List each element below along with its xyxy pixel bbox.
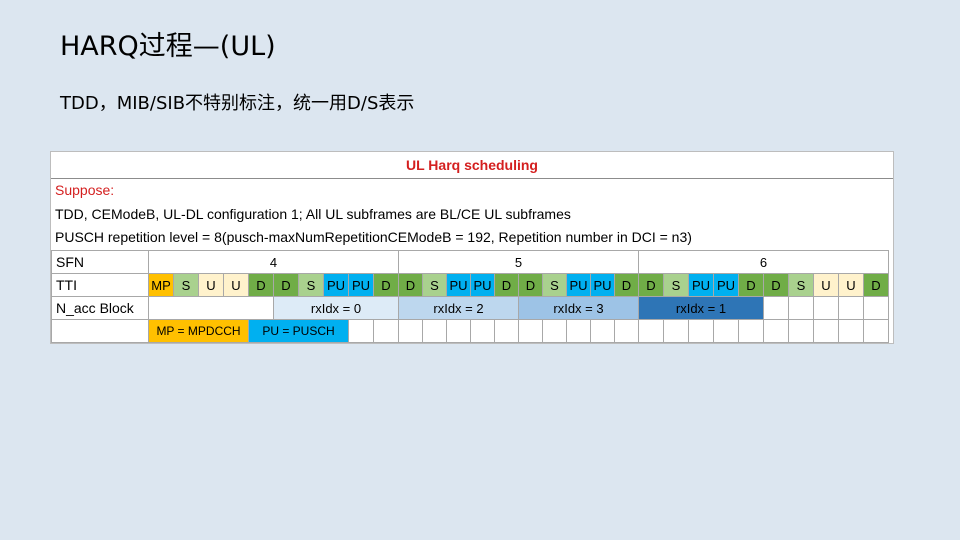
tti-subframe-cell: D (373, 273, 399, 297)
empty-cell (494, 319, 519, 343)
empty-cell (813, 319, 839, 343)
sheet-title: UL Harq scheduling (51, 152, 893, 179)
empty-cell (763, 296, 789, 320)
assumption-line-2: PUSCH repetition level = 8(pusch-maxNumR… (55, 229, 692, 245)
rxidx-block: rxIdx = 0 (273, 296, 399, 320)
tti-subframe-cell: D (273, 273, 299, 297)
tti-subframe-cell: S (422, 273, 447, 297)
empty-cell (788, 296, 814, 320)
page-title: HARQ过程—(UL) (60, 31, 276, 62)
empty-cell (373, 319, 399, 343)
tti-subframe-cell: U (223, 273, 249, 297)
empty-cell (688, 319, 714, 343)
tti-subframe-cell: D (398, 273, 423, 297)
tti-subframe-cell: D (518, 273, 543, 297)
tti-subframe-cell: PU (323, 273, 349, 297)
empty-cell (422, 319, 447, 343)
empty-cell (542, 319, 567, 343)
tti-row: TTI MP S U U D D S PU PU D D S PU PU D D S PU PU D D S PU PU D D S… (51, 273, 889, 297)
sfn-cell: 5 (398, 250, 639, 274)
empty-cell (788, 319, 814, 343)
empty-cell (470, 319, 495, 343)
empty-cell (348, 319, 374, 343)
tti-subframe-cell: U (813, 273, 839, 297)
rxidx-block: rxIdx = 1 (638, 296, 764, 320)
empty-cell (813, 296, 839, 320)
tti-subframe-cell: PU (566, 273, 591, 297)
empty-cell (51, 319, 149, 343)
harq-spreadsheet: UL Harq scheduling Suppose: TDD, CEModeB… (50, 151, 894, 344)
legend-mpdcch: MP = MPDCCH (148, 319, 249, 343)
empty-cell (838, 296, 864, 320)
tti-subframe-cell: PU (446, 273, 471, 297)
empty-cell (614, 319, 639, 343)
empty-cell (148, 296, 274, 320)
empty-cell (738, 319, 764, 343)
tti-subframe-cell: PU (688, 273, 714, 297)
assumption-line-1: TDD, CEModeB, UL-DL configuration 1; All… (55, 206, 571, 222)
rxidx-block: rxIdx = 2 (398, 296, 519, 320)
tti-subframe-cell: D (638, 273, 664, 297)
tti-subframe-cell: D (738, 273, 764, 297)
empty-cell (838, 319, 864, 343)
tti-subframe-cell: S (663, 273, 689, 297)
empty-cell (663, 319, 689, 343)
tti-subframe-cell: S (542, 273, 567, 297)
legend-pusch: PU = PUSCH (248, 319, 349, 343)
tti-subframe-cell: D (763, 273, 789, 297)
tti-subframe-cell: S (173, 273, 199, 297)
tti-label: TTI (51, 273, 149, 297)
sfn-row: SFN 4 5 6 (51, 250, 889, 274)
tti-subframe-cell: PU (713, 273, 739, 297)
sfn-cell: 4 (148, 250, 399, 274)
empty-cell (446, 319, 471, 343)
tti-subframe-cell: MP (148, 273, 174, 297)
empty-cell (863, 296, 889, 320)
nacc-row: N_acc Block rxIdx = 0 rxIdx = 2 rxIdx = … (51, 296, 889, 320)
tti-subframe-cell: D (494, 273, 519, 297)
rxidx-block: rxIdx = 3 (518, 296, 639, 320)
legend-row: MP = MPDCCH PU = PUSCH (51, 319, 889, 343)
harq-grid: SFN 4 5 6 TTI MP S U U D D S PU PU D D S PU PU D D S PU PU… (51, 250, 889, 343)
tti-subframe-cell: U (838, 273, 864, 297)
tti-subframe-cell: PU (348, 273, 374, 297)
tti-subframe-cell: S (298, 273, 324, 297)
sfn-cell: 6 (638, 250, 889, 274)
suppose-label: Suppose: (55, 182, 115, 198)
empty-cell (763, 319, 789, 343)
tti-subframe-cell: D (863, 273, 889, 297)
empty-cell (590, 319, 615, 343)
tti-subframe-cell: D (614, 273, 639, 297)
empty-cell (638, 319, 664, 343)
tti-subframe-cell: PU (590, 273, 615, 297)
tti-subframe-cell: D (248, 273, 274, 297)
tti-subframe-cell: PU (470, 273, 495, 297)
empty-cell (518, 319, 543, 343)
tti-subframe-cell: U (198, 273, 224, 297)
empty-cell (398, 319, 423, 343)
tti-subframe-cell: S (788, 273, 814, 297)
sfn-label: SFN (51, 250, 149, 274)
page-subtitle: TDD，MIB/SIB不特别标注，统一用D/S表示 (60, 93, 415, 114)
empty-cell (863, 319, 889, 343)
empty-cell (713, 319, 739, 343)
empty-cell (566, 319, 591, 343)
nacc-label: N_acc Block (51, 296, 149, 320)
